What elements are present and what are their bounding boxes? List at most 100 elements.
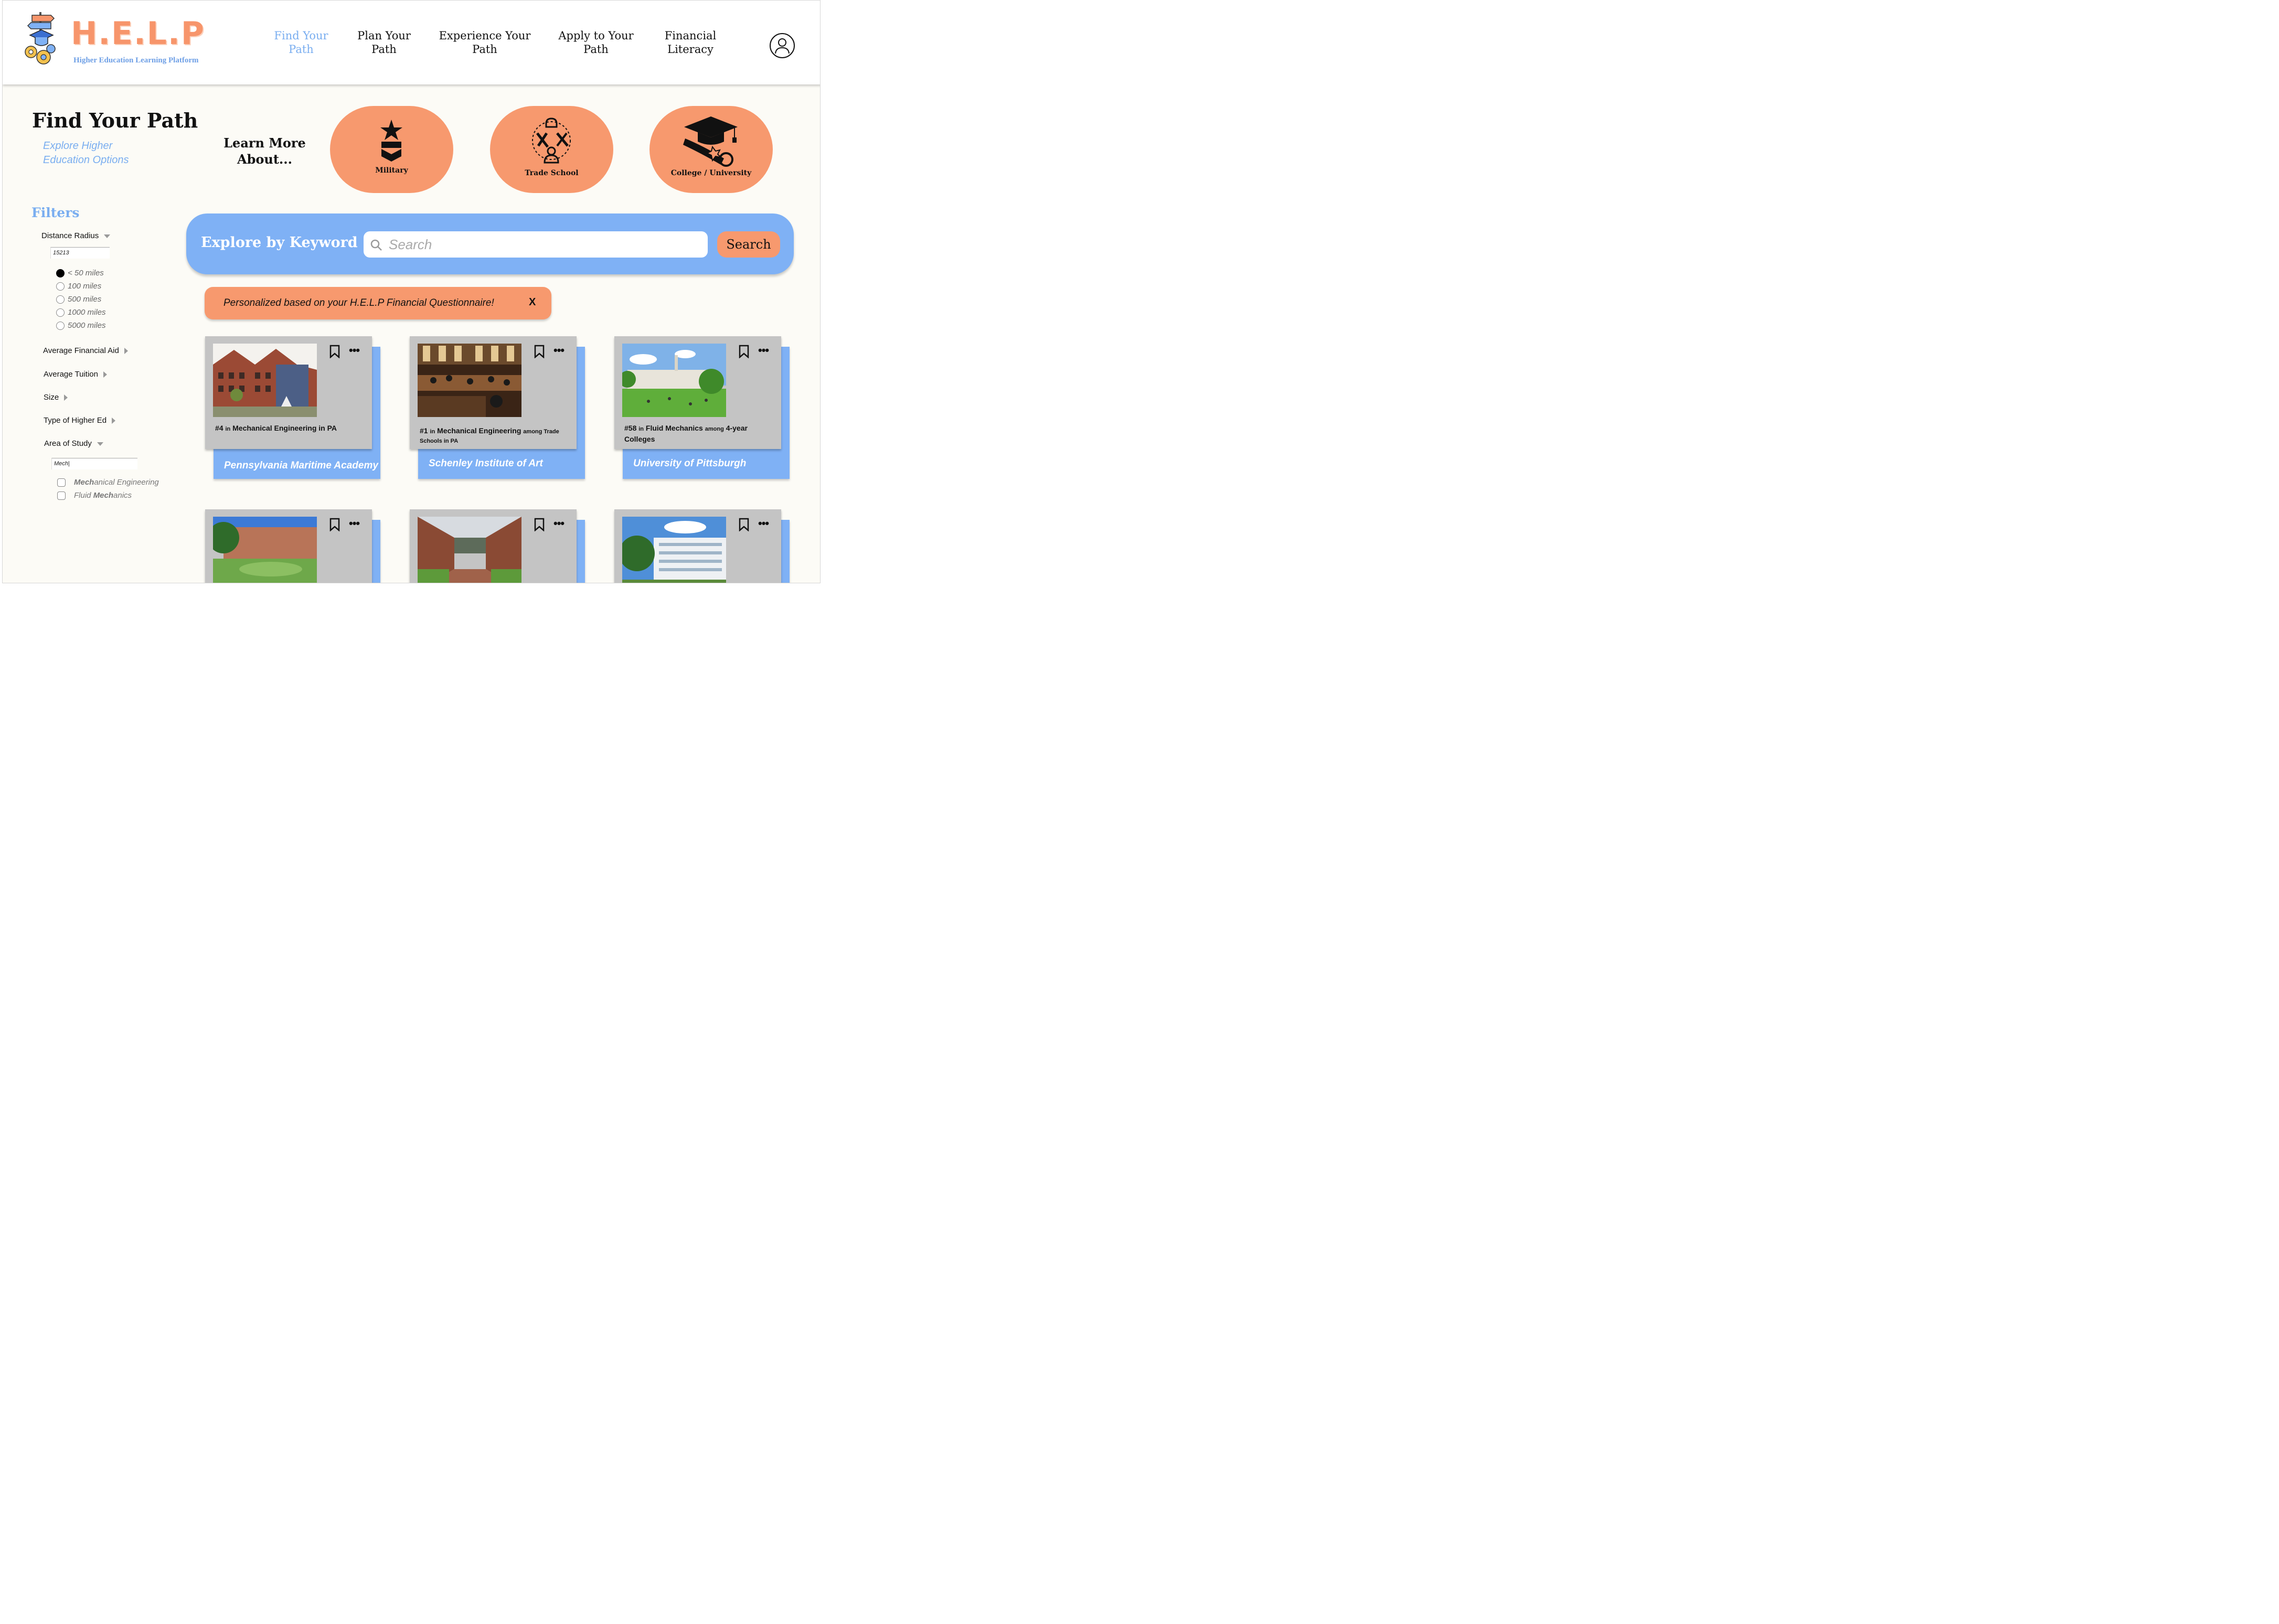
rank-among: among — [705, 426, 724, 432]
checkbox — [57, 478, 66, 487]
card-body: ••• #1 in Mechanical Engineering among T… — [410, 336, 577, 449]
app-frame: H.E.L.P Higher Education Learning Platfo… — [2, 0, 821, 583]
school-name-link[interactable]: Schenley Institute of Art — [429, 458, 543, 469]
nav-label-line2: Literacy — [667, 43, 713, 56]
zip-code-input[interactable]: 15213 — [50, 247, 110, 259]
rank-group: Schools in PA — [420, 438, 459, 444]
radius-option-label: 500 miles — [68, 295, 102, 304]
bookmark-icon[interactable] — [738, 345, 750, 358]
page-subtitle-line1: Explore Higher — [43, 140, 113, 152]
radio-button — [56, 295, 65, 304]
size-filter[interactable]: Size — [44, 393, 68, 402]
rank-number: #4 — [215, 424, 223, 432]
radius-option-label: 1000 miles — [68, 308, 106, 317]
radius-option-5000[interactable]: 5000 miles — [56, 321, 106, 330]
keyword-search-panel: Explore by Keyword Search — [186, 213, 794, 274]
nav-label-line2: Path — [289, 43, 314, 56]
nav-label-line1: Find Your — [274, 29, 328, 42]
search-button[interactable]: Search — [717, 231, 780, 258]
card-ranking: #4 in Mechanical Engineering in PA — [215, 423, 367, 434]
radius-option-50[interactable]: < 50 miles — [56, 269, 104, 278]
area-option-fluid-mechanics[interactable]: Fluid Mechanics — [57, 491, 132, 500]
search-field[interactable] — [364, 231, 708, 258]
average-tuition-filter[interactable]: Average Tuition — [44, 370, 107, 379]
search-input[interactable] — [389, 234, 698, 254]
school-card[interactable]: Pennsylvania Maritime Academy ••• #4 in … — [205, 336, 380, 480]
average-financial-aid-label: Average Financial Aid — [43, 346, 119, 355]
military-label: Military — [375, 166, 408, 175]
bookmark-icon[interactable] — [329, 345, 340, 358]
more-options-icon[interactable]: ••• — [553, 518, 565, 529]
school-name-link[interactable]: Pennsylvania Maritime Academy — [224, 460, 378, 472]
campus-lawn-photo — [622, 344, 726, 417]
rank-among: among Trade — [523, 429, 559, 435]
bookmark-icon[interactable] — [534, 518, 545, 531]
page-subtitle: Explore Higher Education Options — [43, 139, 148, 167]
area-of-study-filter[interactable]: Area of Study — [44, 439, 103, 448]
radio-button — [56, 308, 65, 317]
nav-financial-literacy[interactable]: Financial Literacy — [662, 29, 719, 56]
area-of-study-input[interactable]: Mech| — [51, 458, 137, 469]
chevron-right-icon — [64, 394, 68, 401]
rank-program: Mechanical Engineering in PA — [232, 424, 337, 432]
user-icon — [775, 38, 790, 54]
top-header: H.E.L.P Higher Education Learning Platfo… — [3, 1, 820, 84]
school-card[interactable]: University of Pittsburgh ••• #58 in Flui — [614, 336, 790, 480]
campus-building-photo — [213, 517, 317, 583]
page-subtitle-line2: Education Options — [43, 154, 129, 166]
nav-label-line2: Path — [371, 43, 397, 56]
college-university-path-button[interactable]: College / University — [649, 106, 773, 193]
school-card[interactable]: ••• — [410, 509, 585, 583]
learn-more-line2: About... — [237, 152, 292, 167]
checkbox — [57, 492, 66, 500]
more-options-icon[interactable]: ••• — [349, 345, 360, 356]
brand-subtitle: Higher Education Learning Platform — [73, 56, 199, 65]
radius-option-100[interactable]: 100 miles — [56, 282, 101, 291]
nav-find-your-path[interactable]: Find Your Path — [271, 29, 331, 56]
nav-label-line1: Plan Your — [357, 29, 411, 42]
school-card[interactable]: ••• — [205, 509, 380, 583]
chevron-down-icon — [97, 442, 103, 446]
bookmark-icon[interactable] — [329, 518, 340, 531]
nav-label-line1: Apply to Your — [558, 29, 634, 42]
more-options-icon[interactable]: ••• — [758, 518, 769, 529]
banner-close-button[interactable]: X — [529, 296, 536, 308]
nav-label-line2: Path — [472, 43, 497, 56]
bookmark-icon[interactable] — [738, 518, 750, 531]
white-building-photo — [622, 517, 726, 583]
nav-plan-your-path[interactable]: Plan Your Path — [355, 29, 413, 56]
more-options-icon[interactable]: ••• — [553, 345, 565, 356]
nav-apply-to-your-path[interactable]: Apply to Your Path — [556, 29, 636, 56]
more-options-icon[interactable]: ••• — [349, 518, 360, 529]
size-label: Size — [44, 393, 59, 402]
text-cursor: | — [68, 461, 70, 467]
school-card[interactable]: ••• — [614, 509, 790, 583]
brick-building-photo — [213, 344, 317, 417]
trade-school-path-button[interactable]: Trade School — [490, 106, 613, 193]
profile-button[interactable] — [770, 33, 795, 58]
school-name-link[interactable]: University of Pittsburgh — [633, 458, 746, 469]
search-icon — [370, 239, 382, 251]
distance-radius-filter[interactable]: Distance Radius — [41, 231, 111, 240]
school-card[interactable]: Schenley Institute of Art ••• #1 in Mech… — [410, 336, 585, 480]
average-financial-aid-filter[interactable]: Average Financial Aid — [43, 346, 128, 355]
nav-label-line1: Financial — [664, 29, 717, 42]
area-option-rest: anical Engineering — [94, 478, 159, 487]
type-of-higher-ed-filter[interactable]: Type of Higher Ed — [44, 416, 116, 425]
area-option-rest: anics — [113, 491, 132, 500]
brand-title[interactable]: H.E.L.P — [71, 15, 205, 52]
nav-experience-your-path[interactable]: Experience Your Path — [438, 29, 531, 56]
chevron-right-icon — [112, 418, 116, 424]
match-highlight: Mech — [93, 491, 114, 500]
radius-option-500[interactable]: 500 miles — [56, 295, 101, 304]
radio-button-selected — [56, 269, 65, 278]
chevron-down-icon — [104, 234, 111, 238]
banner-text: Personalized based on your H.E.L.P Finan… — [223, 297, 494, 308]
radius-option-1000[interactable]: 1000 miles — [56, 308, 106, 317]
nav-label-line2: Path — [583, 43, 609, 56]
radio-button — [56, 322, 65, 330]
area-option-mechanical-engineering[interactable]: Mechanical Engineering — [57, 478, 159, 487]
more-options-icon[interactable]: ••• — [758, 345, 769, 356]
bookmark-icon[interactable] — [534, 345, 545, 358]
military-path-button[interactable]: Military — [330, 106, 453, 193]
